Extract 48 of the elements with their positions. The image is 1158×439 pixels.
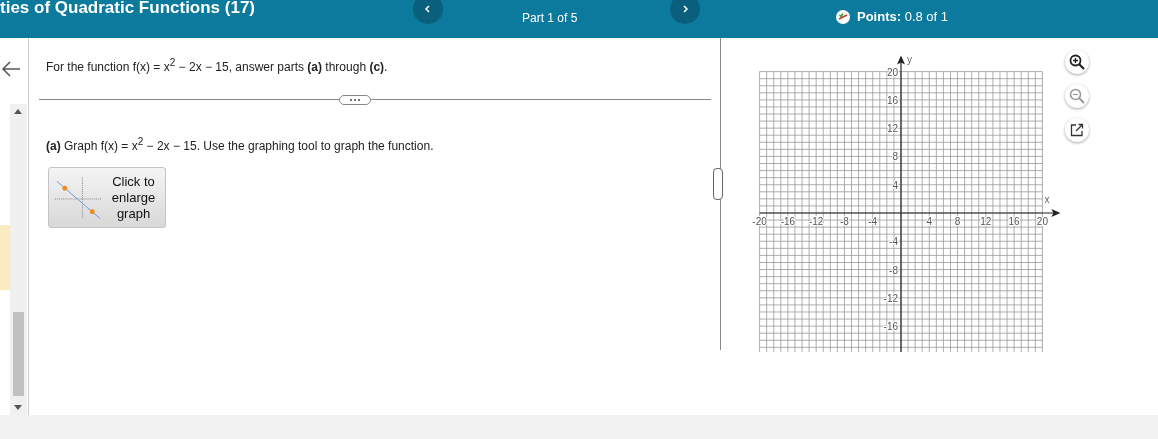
x-tick-label: 20 xyxy=(1036,216,1048,227)
assignment-title: ties of Quadratic Functions (17) xyxy=(0,0,256,18)
zoom-out-button[interactable] xyxy=(1065,84,1089,108)
y-tick-label: 20 xyxy=(886,66,898,78)
x-tick-label: 4 xyxy=(926,216,933,227)
scroll-up-icon[interactable] xyxy=(14,108,22,114)
x-tick-label: 16 xyxy=(1008,216,1020,227)
expand-button[interactable] xyxy=(339,95,371,105)
enlarge-graph-button[interactable]: Click to enlarge graph xyxy=(48,167,166,228)
question-text: For the function f(x) = x$^{2}$ − 2x − 15, answer parts (a) through (c). xyxy=(46,57,389,74)
y-tick-label: 12 xyxy=(886,123,898,135)
chevron-left-icon xyxy=(423,4,433,14)
y-tick-label: -12 xyxy=(883,292,898,304)
scroll-down-icon[interactable] xyxy=(14,405,22,411)
x-tick-label: 8 xyxy=(954,216,961,227)
y-tick-label: 8 xyxy=(892,151,898,163)
x-tick-label: -8 xyxy=(840,216,849,227)
x-tick-label: -16 xyxy=(780,216,796,227)
x-tick-label: 12 xyxy=(980,216,992,227)
x-tick-label: -4 xyxy=(868,216,878,227)
y-tick-label: -16 xyxy=(883,321,898,333)
splitter-handle[interactable] xyxy=(713,168,723,200)
scrollbar-thumb[interactable] xyxy=(13,312,24,396)
pop-out-button[interactable] xyxy=(1065,118,1089,142)
x-tick-label: -20 xyxy=(752,216,767,227)
external-link-icon xyxy=(1070,123,1084,137)
chevron-right-icon xyxy=(680,4,690,14)
zoom-in-button[interactable] xyxy=(1065,50,1089,74)
pane-splitter[interactable] xyxy=(711,38,721,350)
x-tick-label: -12 xyxy=(808,216,824,227)
previous-button[interactable] xyxy=(413,0,443,24)
zoom-out-icon xyxy=(1069,88,1085,104)
y-tick-label: -4 xyxy=(889,236,898,248)
coordinate-grid[interactable]: x y -20 -16 -12 -8 -4 4 8 12 16 20 -16 -12 -8 -4 4 8 12 16 20 xyxy=(745,50,1065,352)
y-tick-label: 4 xyxy=(892,179,898,191)
part-indicator: Part 1 of 5 xyxy=(522,11,578,25)
y-axis-label: y xyxy=(907,53,912,65)
zoom-in-icon xyxy=(1069,54,1085,70)
next-button[interactable] xyxy=(670,0,700,24)
points-text: Points: 0.8 of 1 xyxy=(857,9,949,24)
x-axis-label: x xyxy=(1044,194,1050,205)
back-arrow-icon[interactable] xyxy=(0,60,22,78)
partial-credit-icon xyxy=(836,9,850,24)
part-a-instructions: (a) Graph f(x) = x$^{2}$ − 2x − 15. Use the graphing tool to graph the function. xyxy=(46,136,435,153)
highlight-strip xyxy=(0,225,10,290)
y-tick-label: 16 xyxy=(886,94,898,106)
y-tick-label: -8 xyxy=(889,264,898,276)
scrollbar[interactable] xyxy=(10,104,27,415)
